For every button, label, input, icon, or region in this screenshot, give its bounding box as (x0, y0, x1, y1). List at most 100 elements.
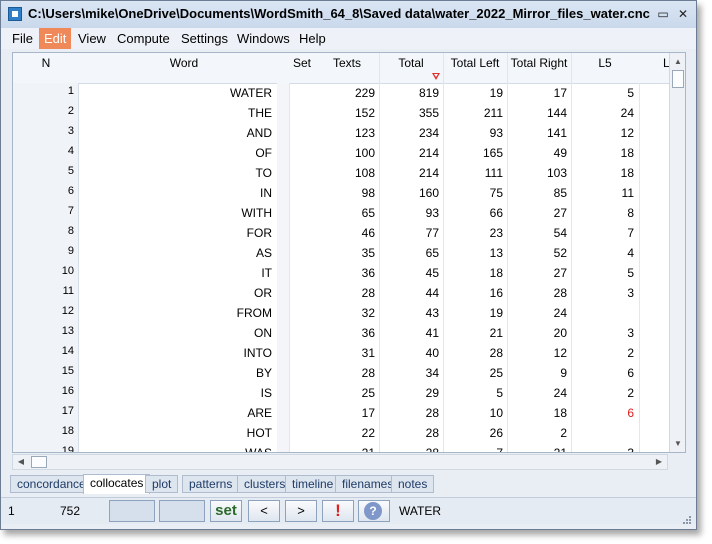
total-right-cell[interactable]: 141 (507, 123, 571, 143)
l5-cell[interactable] (571, 303, 639, 323)
total-right-cell[interactable]: 20 (507, 323, 571, 343)
row-number-cell[interactable]: 5 (13, 163, 79, 183)
table-row[interactable]: 14 INTO 31 40 28 12 2 (13, 343, 685, 363)
texts-cell[interactable]: 21 (315, 443, 379, 452)
total-left-cell[interactable]: 93 (443, 123, 507, 143)
menu-settings[interactable]: Settings (176, 28, 233, 49)
table-row[interactable]: 10 IT 36 45 18 27 5 (13, 263, 685, 283)
l5-cell[interactable]: 6 (571, 403, 639, 423)
texts-cell[interactable]: 98 (315, 183, 379, 203)
texts-cell[interactable]: 17 (315, 403, 379, 423)
row-gap-cell[interactable] (277, 363, 289, 383)
row-gap-cell[interactable] (277, 223, 289, 243)
total-left-cell[interactable]: 5 (443, 383, 507, 403)
header-texts[interactable]: Texts (315, 53, 379, 83)
row-gap-cell[interactable] (277, 303, 289, 323)
word-cell[interactable]: FOR (79, 223, 277, 243)
horizontal-scrollbar[interactable]: ◀ ▶ (12, 454, 668, 470)
tab-plot[interactable]: plot (145, 475, 179, 493)
header-word[interactable]: Word (79, 53, 289, 83)
table-row[interactable]: 15 BY 28 34 25 9 6 (13, 363, 685, 383)
row-number-cell[interactable]: 17 (13, 403, 79, 423)
table-row[interactable]: 16 IS 25 29 5 24 2 (13, 383, 685, 403)
l5-cell[interactable]: 12 (571, 123, 639, 143)
total-left-cell[interactable]: 19 (443, 303, 507, 323)
word-cell[interactable]: BY (79, 363, 277, 383)
table-row[interactable]: 3 AND 123 234 93 141 12 (13, 123, 685, 143)
set-button[interactable]: set (210, 500, 242, 522)
l5-cell[interactable]: 24 (571, 103, 639, 123)
total-right-cell[interactable]: 54 (507, 223, 571, 243)
set-cell[interactable] (289, 383, 315, 403)
total-cell[interactable]: 65 (379, 243, 443, 263)
total-cell[interactable]: 77 (379, 223, 443, 243)
row-gap-cell[interactable] (277, 123, 289, 143)
row-number-cell[interactable]: 6 (13, 183, 79, 203)
texts-cell[interactable]: 123 (315, 123, 379, 143)
l5-cell[interactable]: 3 (571, 283, 639, 303)
total-right-cell[interactable]: 9 (507, 363, 571, 383)
tab-timeline[interactable]: timeline (285, 475, 341, 493)
word-cell[interactable]: IN (79, 183, 277, 203)
total-right-cell[interactable]: 49 (507, 143, 571, 163)
total-cell[interactable]: 355 (379, 103, 443, 123)
set-cell[interactable] (289, 83, 315, 103)
word-cell[interactable]: ARE (79, 403, 277, 423)
set-cell[interactable] (289, 343, 315, 363)
total-right-cell[interactable]: 24 (507, 303, 571, 323)
texts-cell[interactable]: 32 (315, 303, 379, 323)
word-cell[interactable]: OF (79, 143, 277, 163)
table-row[interactable]: 9 AS 35 65 13 52 4 (13, 243, 685, 263)
scroll-up-icon[interactable]: ▲ (672, 56, 684, 68)
total-left-cell[interactable]: 13 (443, 243, 507, 263)
set-cell[interactable] (289, 283, 315, 303)
row-gap-cell[interactable] (277, 423, 289, 443)
l5-cell[interactable]: 8 (571, 203, 639, 223)
total-right-cell[interactable]: 144 (507, 103, 571, 123)
total-left-cell[interactable]: 165 (443, 143, 507, 163)
header-l5[interactable]: L5 (571, 53, 639, 83)
total-left-cell[interactable]: 211 (443, 103, 507, 123)
total-left-cell[interactable]: 66 (443, 203, 507, 223)
total-right-cell[interactable]: 85 (507, 183, 571, 203)
l5-cell[interactable]: 4 (571, 243, 639, 263)
header-total-left[interactable]: Total Left (443, 53, 507, 83)
texts-cell[interactable]: 35 (315, 243, 379, 263)
table-row[interactable]: 12 FROM 32 43 19 24 (13, 303, 685, 323)
total-left-cell[interactable]: 23 (443, 223, 507, 243)
menu-windows[interactable]: Windows (232, 28, 295, 49)
menu-compute[interactable]: Compute (112, 28, 175, 49)
row-number-cell[interactable]: 7 (13, 203, 79, 223)
total-cell[interactable]: 40 (379, 343, 443, 363)
menu-help[interactable]: Help (294, 28, 331, 49)
total-right-cell[interactable]: 27 (507, 203, 571, 223)
set-cell[interactable] (289, 223, 315, 243)
word-cell[interactable]: AS (79, 243, 277, 263)
l5-cell[interactable]: 5 (571, 263, 639, 283)
resize-grip-icon[interactable] (682, 515, 692, 525)
total-cell[interactable]: 28 (379, 403, 443, 423)
row-gap-cell[interactable] (277, 83, 289, 103)
total-cell[interactable]: 214 (379, 163, 443, 183)
table-row[interactable]: 11 OR 28 44 16 28 3 (13, 283, 685, 303)
row-number-cell[interactable]: 14 (13, 343, 79, 363)
l5-cell[interactable]: 18 (571, 163, 639, 183)
word-cell[interactable]: TO (79, 163, 277, 183)
texts-cell[interactable]: 65 (315, 203, 379, 223)
row-gap-cell[interactable] (277, 203, 289, 223)
row-number-cell[interactable]: 2 (13, 103, 79, 123)
set-cell[interactable] (289, 103, 315, 123)
total-right-cell[interactable]: 12 (507, 343, 571, 363)
total-cell[interactable]: 41 (379, 323, 443, 343)
table-row[interactable]: 6 IN 98 160 75 85 11 (13, 183, 685, 203)
texts-cell[interactable]: 25 (315, 383, 379, 403)
word-cell[interactable]: INTO (79, 343, 277, 363)
texts-cell[interactable]: 100 (315, 143, 379, 163)
word-cell[interactable]: AND (79, 123, 277, 143)
row-number-cell[interactable]: 13 (13, 323, 79, 343)
total-right-cell[interactable]: 24 (507, 383, 571, 403)
total-left-cell[interactable]: 18 (443, 263, 507, 283)
total-left-cell[interactable]: 26 (443, 423, 507, 443)
previous-button[interactable]: < (248, 500, 280, 522)
row-number-cell[interactable]: 1 (13, 83, 79, 103)
